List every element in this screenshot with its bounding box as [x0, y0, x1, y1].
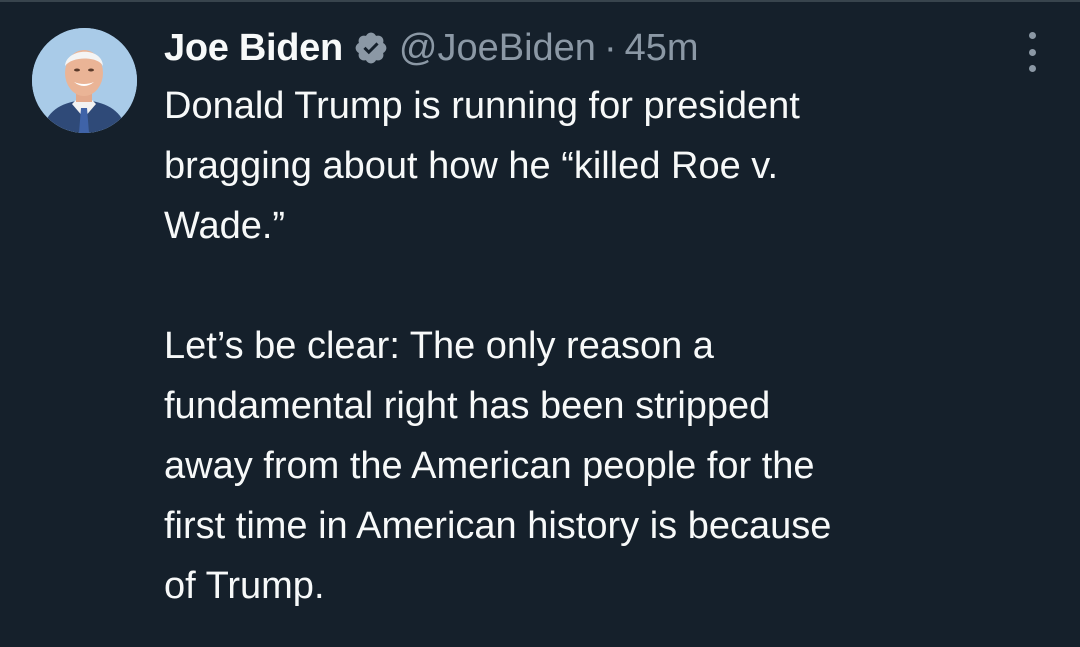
tweet-line: Donald Trump is running for president — [164, 85, 800, 127]
tweet-text: Donald Trump is running for president br… — [164, 76, 1044, 616]
tweet-paragraph-2: Let’s be clear: The only reason a fundam… — [164, 316, 1044, 616]
more-options-icon[interactable] — [1022, 32, 1042, 72]
tweet-line: fundamental right has been stripped — [164, 385, 771, 427]
separator-dot: · — [603, 26, 617, 69]
avatar[interactable] — [32, 28, 137, 133]
timestamp[interactable]: 45m — [625, 27, 699, 70]
tweet-line: first time in American history is becaus… — [164, 505, 832, 547]
author-handle[interactable]: @JoeBiden — [399, 27, 596, 70]
tweet-line: bragging about how he “killed Roe v. — [164, 145, 779, 187]
tweet-line: Wade.” — [164, 205, 286, 247]
tweet-header: Joe Biden @JoeBiden · 45m — [164, 20, 699, 76]
verified-badge-icon — [353, 30, 389, 66]
author-name[interactable]: Joe Biden — [164, 27, 343, 70]
more-dot — [1028, 32, 1036, 39]
tweet-line: away from the American people for the — [164, 445, 815, 487]
more-dot — [1028, 65, 1036, 72]
top-divider — [0, 0, 1080, 2]
tweet-paragraph-1: Donald Trump is running for president br… — [164, 76, 1044, 256]
tweet-line: of Trump. — [164, 565, 325, 607]
tweet-line: Let’s be clear: The only reason a — [164, 325, 714, 367]
more-dot — [1028, 48, 1036, 56]
